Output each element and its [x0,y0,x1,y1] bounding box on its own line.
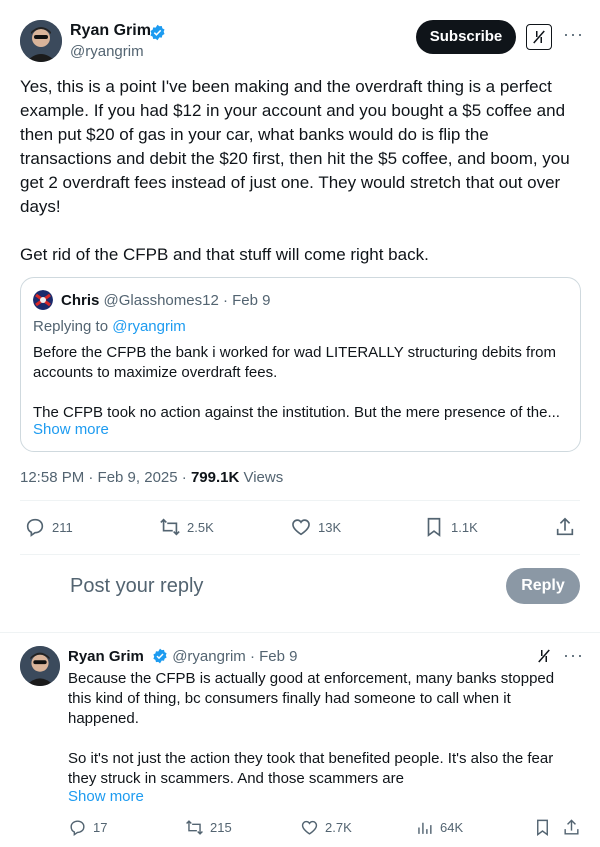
quote-show-more-link[interactable]: Show more [33,421,109,438]
tweet-meta: 12:58 PM · Feb 9, 2025 · 799.1K Views [20,469,283,486]
verified-badge-icon [152,648,168,668]
quoted-tweet[interactable]: Chris @Glasshomes12 · Feb 9 Replying to … [20,277,581,452]
reply-share-action[interactable] [562,818,587,837]
reply-author-handle[interactable]: @ryangrim [172,648,246,665]
repost-action[interactable]: 2.5K [159,516,214,538]
main-author-name[interactable]: Ryan Grim [70,22,151,40]
replying-to-link[interactable]: @ryangrim [112,318,186,335]
quote-date: · Feb 9 [222,292,271,309]
verified-badge-icon [149,24,166,46]
reply-bookmark-action[interactable] [533,818,558,837]
like-icon [301,820,318,835]
repost-icon [160,518,180,536]
reply-reply-action[interactable]: 17 [68,818,107,837]
like-icon [292,519,310,536]
bookmark-icon [427,517,441,537]
main-author-avatar[interactable] [20,20,62,62]
repost-count: 2.5K [187,519,214,535]
reply-views-action[interactable]: 64K [415,818,463,837]
tweet-time[interactable]: 12:58 PM · Feb 9, 2025 · [20,469,191,486]
bookmark-count: 1.1K [451,519,478,535]
reply-action[interactable]: 211 [24,516,73,538]
views-count: 799.1K [190,469,240,486]
reply-tweet-text: Because the CFPB is actually good at enf… [68,670,555,787]
reply-views-count: 64K [440,820,464,835]
share-action[interactable] [554,516,582,538]
views-label: Views [239,469,284,486]
reply-like-action[interactable]: 2.7K [300,818,352,837]
reply-repost-count: 215 [210,820,232,835]
grok-icon[interactable] [535,647,553,670]
main-tweet-text: Yes, this is a point I've been making an… [20,77,570,264]
grok-icon[interactable] [526,24,552,50]
reply-show-more-link[interactable]: Show more [68,788,144,805]
reply-icon [26,518,44,537]
reply-like-count: 2.7K [325,820,352,835]
share-icon [556,517,574,536]
quote-author-name: Chris [61,292,100,309]
reply-repost-action[interactable]: 215 [185,818,232,837]
quote-author-avatar [33,290,53,310]
reply-count: 211 [52,519,73,535]
quote-author-handle: @Glasshomes12 [103,292,219,309]
reply-button[interactable]: Reply [506,568,580,604]
views-icon [418,822,432,834]
share-icon [564,819,579,835]
reply-icon [70,820,85,836]
bookmark-icon [537,819,548,837]
like-action[interactable]: 13K [290,516,341,538]
more-icon[interactable]: ··· [563,24,584,45]
subscribe-button[interactable]: Subscribe [416,20,516,54]
reply-author-avatar[interactable] [20,646,60,686]
bookmark-action[interactable]: 1.1K [423,516,478,538]
reply-input[interactable]: Post your reply [70,575,490,598]
replying-to-label: Replying to [33,318,113,335]
reply-date: · Feb 9 [249,648,298,665]
like-count: 13K [318,519,342,535]
more-icon[interactable]: ··· [563,645,584,666]
quote-text: Before the CFPB the bank i worked for wa… [33,344,560,421]
reply-reply-count: 17 [93,820,108,835]
reply-author-name[interactable]: Ryan Grim [68,648,144,665]
repost-icon [186,820,203,835]
main-author-handle[interactable]: @ryangrim [70,43,144,60]
